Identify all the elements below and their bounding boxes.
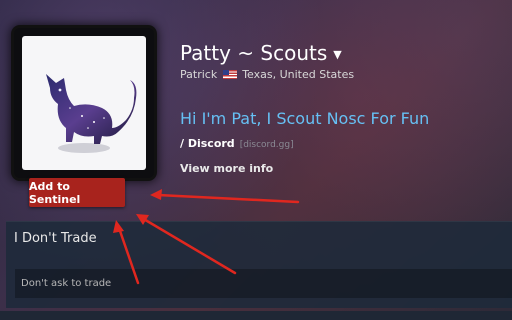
arrow-lower-head-icon xyxy=(113,220,124,233)
arrow-middle-head-icon xyxy=(136,214,149,225)
annotation-arrows xyxy=(113,189,300,285)
arrow-middle-icon xyxy=(140,216,237,275)
arrow-right-icon xyxy=(156,193,300,204)
arrow-right-head-icon xyxy=(150,189,162,200)
arrow-lower-icon xyxy=(117,226,140,285)
